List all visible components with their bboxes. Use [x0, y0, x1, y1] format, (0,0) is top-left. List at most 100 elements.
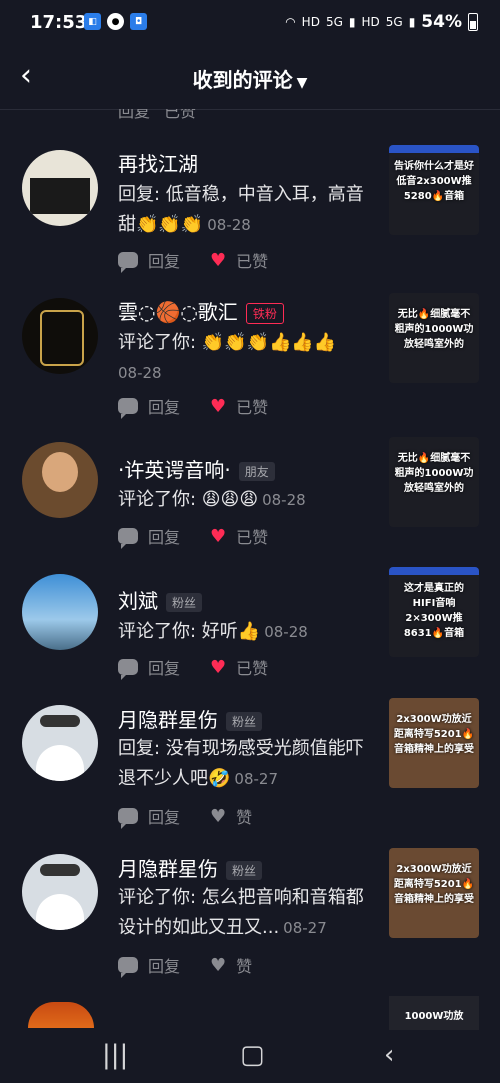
reply-button[interactable]: 回复 [118, 524, 181, 549]
name-text: 月隐群星伤 [118, 857, 218, 881]
like-label: 已赞 [236, 252, 269, 271]
video-thumbnail[interactable]: 无比🔥细腻毫不粗声的1000W功放轻鸣室外的 [389, 293, 479, 383]
comment-item[interactable]: 雲◌🏀◌歌汇 铁粉 评论了你: 👏👏👏👍👍👍 08-28 回复 ♥ 已赞 无比🔥细腻毫… [0, 290, 500, 430]
thumb-caption: 无比🔥细腻毫不粗声的1000W功放轻鸣室外的 [394, 309, 474, 350]
comment-actions: 回复 ♥ 已赞 [118, 524, 268, 549]
comment-date: 08-28 [262, 491, 306, 509]
reply-icon [118, 659, 138, 680]
partial-thumbnail[interactable]: 1000W功放 [389, 996, 479, 1030]
like-button[interactable]: ♥ 赞 [210, 804, 252, 828]
relation-badge: 粉丝 [226, 861, 263, 880]
commenter-name[interactable]: 再找江湖 [118, 148, 198, 177]
commenter-name[interactable]: 月隐群星伤 粉丝 [118, 853, 263, 882]
comment-item[interactable]: 刘斌 粉丝 评论了你: 好听👍 08-28 回复 ♥ 已赞 这才是真正的HIFI音响2… [0, 567, 500, 690]
comment-date: 08-27 [234, 770, 279, 788]
like-button[interactable]: ♥ 已赞 [210, 655, 268, 679]
comment-actions: 回复 ♥ 赞 [118, 953, 252, 978]
avatar[interactable] [22, 705, 98, 781]
video-thumbnail[interactable]: 2x300W功放近距离特写5201🔥音箱精神上的享受 [389, 698, 479, 788]
reply-button[interactable]: 回复 [118, 394, 181, 419]
system-nav-bar: ||| ▢ ‹ [0, 1030, 500, 1083]
heart-icon: ♥ [210, 805, 227, 827]
video-thumbnail[interactable]: 无比🔥细腻毫不粗声的1000W功放轻鸣室外的 [389, 437, 479, 527]
recent-apps-icon[interactable]: ||| [102, 1040, 128, 1070]
name-text: ·许英谔音响· [118, 458, 231, 482]
comment-item[interactable]: 月隐群星伤 粉丝 回复: 没有现场感受光颜值能吓退不少人吧🤣 08-27 回复 ♥ 赞… [0, 698, 500, 840]
avatar[interactable] [22, 298, 98, 374]
commenter-name[interactable]: ·许英谔音响· 朋友 [118, 454, 275, 483]
comment-date: 08-28 [118, 364, 162, 382]
reply-icon [118, 252, 138, 273]
heart-icon: ♥ [210, 395, 227, 417]
comment-body: 评论了你: 好听👍 [118, 621, 261, 642]
heart-icon: ♥ [210, 525, 227, 547]
comment-date: 08-28 [207, 216, 251, 234]
header-divider [0, 109, 500, 110]
like-button[interactable]: ♥ 已赞 [210, 248, 268, 272]
page-header: ‹ 收到的评论 ▼ [0, 48, 500, 106]
commenter-name[interactable]: 刘斌 粉丝 [118, 585, 203, 614]
thumb-caption: 这才是真正的HIFI音响2×300W推8631🔥音箱 [403, 583, 465, 639]
heart-icon: ♥ [210, 656, 227, 678]
comment-text: 评论了你: 😩😩😩 08-28 [118, 485, 373, 515]
reply-icon [118, 398, 138, 419]
avatar-picture [40, 310, 84, 366]
reply-button[interactable]: 回复 [118, 804, 180, 829]
thumb-caption: 2x300W功放近距离特写5201🔥音箱精神上的享受 [393, 714, 475, 755]
comment-text: 回复: 没有现场感受光颜值能吓退不少人吧🤣 08-27 [118, 734, 373, 794]
signal-5g-b: 5G [385, 15, 403, 29]
system-indicators: ◠ HD 5G ▮ HD 5G ▮ 54% [285, 12, 478, 32]
signal-icon: ▮ [348, 15, 356, 29]
video-thumbnail[interactable]: 告诉你什么才是好低音2x300W推5280🔥音箱 [389, 145, 479, 235]
partial-avatar[interactable] [28, 1002, 94, 1028]
comment-actions: 回复 ♥ 已赞 [118, 248, 268, 273]
like-label: 赞 [236, 808, 253, 827]
commenter-name[interactable]: 雲◌🏀◌歌汇 铁粉 [118, 296, 284, 325]
comment-item[interactable]: ·许英谔音响· 朋友 评论了你: 😩😩😩 08-28 回复 ♥ 已赞 无比🔥细腻毫不粗… [0, 437, 500, 560]
comment-text: 评论了你: 怎么把音响和音箱都设计的如此又丑又... 08-27 [118, 883, 373, 943]
commenter-name[interactable]: 月隐群星伤 粉丝 [118, 704, 263, 733]
like-label: 已赞 [236, 398, 269, 417]
like-button[interactable]: ♥ 已赞 [210, 394, 268, 418]
battery-icon [468, 13, 478, 31]
partial-thumb-caption: 1000W功放 [404, 1011, 464, 1022]
hd-label-b: HD [361, 15, 380, 29]
avatar-body [36, 894, 84, 930]
reply-label: 回复 [148, 659, 181, 678]
avatar-picture [40, 715, 80, 727]
name-text: 刘斌 [118, 589, 158, 613]
page-title[interactable]: 收到的评论 ▼ [0, 64, 500, 93]
reply-icon [118, 528, 138, 549]
video-thumbnail[interactable]: 这才是真正的HIFI音响2×300W推8631🔥音箱 [389, 567, 479, 657]
comment-body: 评论了你: 怎么把音响和音箱都设计的如此又丑又... [118, 887, 364, 938]
avatar[interactable] [22, 574, 98, 650]
comment-date: 08-27 [283, 919, 327, 937]
caret-down-icon: ▼ [296, 75, 308, 91]
like-label: 赞 [236, 957, 253, 976]
reply-label: 回复 [148, 398, 181, 417]
clock: 17:53 [30, 12, 88, 33]
battery-percent: 54% [421, 12, 462, 32]
comment-date: 08-28 [264, 623, 308, 641]
comment-item[interactable]: 再找江湖 回复: 低音稳，中音入耳，高音甜👏👏👏 08-28 回复 ♥ 已赞 告诉你… [0, 140, 500, 280]
reply-label: 回复 [148, 528, 181, 547]
like-button[interactable]: ♥ 赞 [210, 953, 252, 977]
signal-5g-a: 5G [325, 15, 343, 29]
avatar[interactable] [22, 854, 98, 930]
home-icon[interactable]: ▢ [240, 1040, 265, 1070]
app-notification-icon: ◧ [84, 13, 101, 30]
reply-icon [118, 957, 138, 978]
video-thumbnail[interactable]: 2x300W功放近距离特写5201🔥音箱精神上的享受 [389, 848, 479, 938]
comment-item[interactable]: 月隐群星伤 粉丝 评论了你: 怎么把音响和音箱都设计的如此又丑又... 08-27 … [0, 848, 500, 990]
reply-button[interactable]: 回复 [118, 655, 181, 680]
like-button[interactable]: ♥ 已赞 [210, 524, 268, 548]
reply-button[interactable]: 回复 [118, 248, 181, 273]
avatar-body [36, 745, 84, 781]
reply-label: 回复 [148, 252, 181, 271]
back-nav-icon[interactable]: ‹ [384, 1040, 394, 1070]
reply-button[interactable]: 回复 [118, 953, 180, 978]
notification-icons: ◧ ● ◘ [84, 13, 147, 30]
avatar[interactable] [22, 442, 98, 518]
comment-text: 评论了你: 👏👏👏👍👍👍 08-28 [118, 328, 373, 388]
avatar[interactable] [22, 150, 98, 226]
